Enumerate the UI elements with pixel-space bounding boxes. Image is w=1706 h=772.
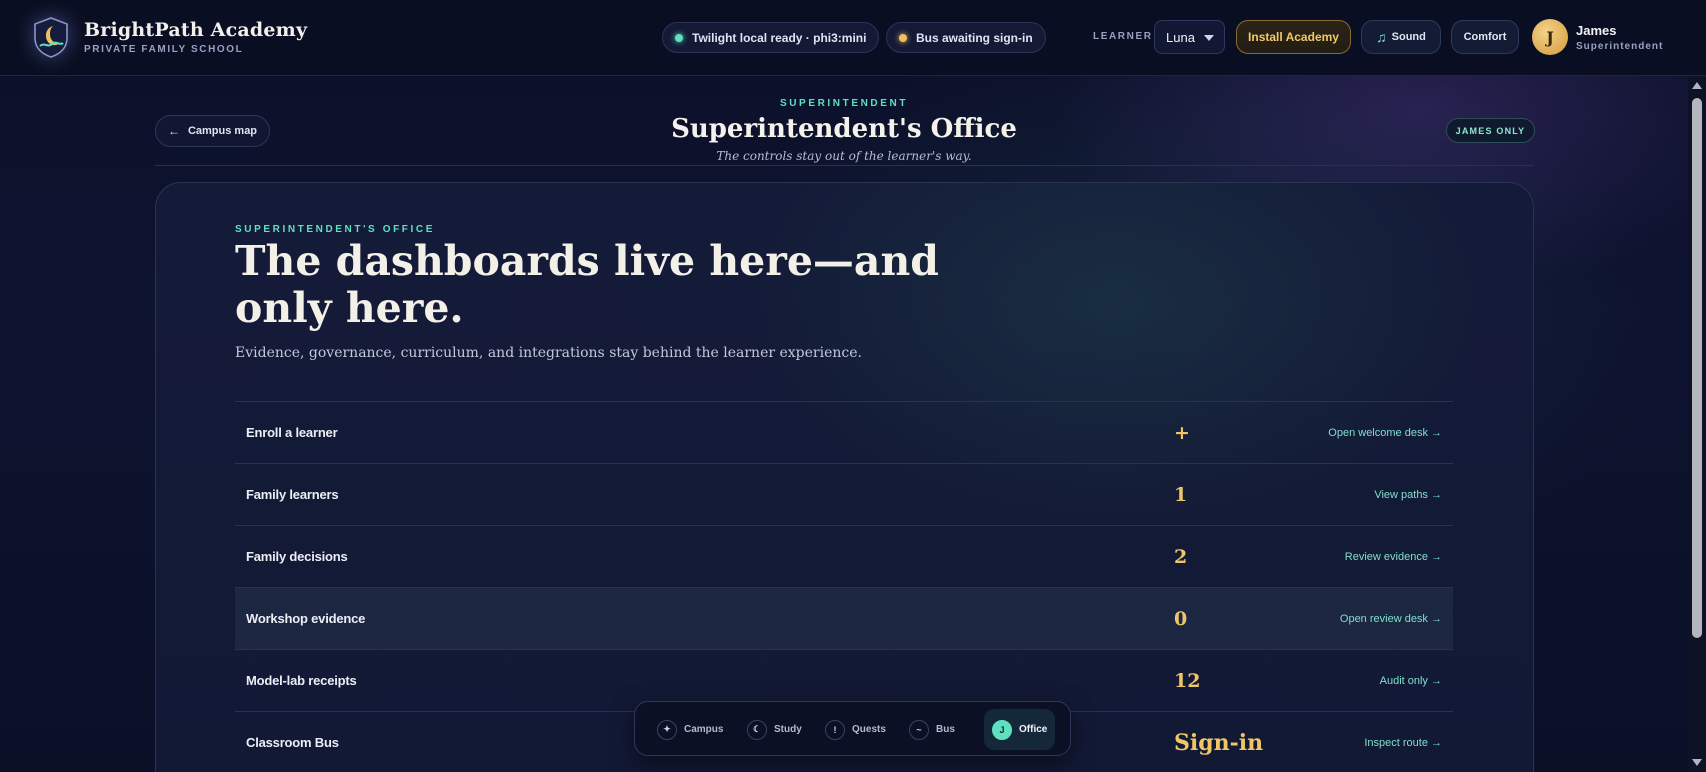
table-row-workshop-evidence[interactable]: Workshop evidence 0 Open review desk → <box>235 587 1453 649</box>
page-title: Superintendent's Office <box>671 114 1017 144</box>
scroll-thumb[interactable] <box>1692 98 1702 638</box>
review-evidence-link[interactable]: Review evidence → <box>1345 551 1442 563</box>
brand-title: BrightPath Academy <box>84 19 308 41</box>
row-value: 0 <box>1174 607 1188 630</box>
row-value: 12 <box>1174 669 1201 692</box>
nav-label: Study <box>774 724 802 735</box>
panel-eyebrow: SUPERINTENDENT'S OFFICE <box>235 224 435 235</box>
learner-selected-value: Luna <box>1166 29 1195 45</box>
header-divider <box>155 165 1534 166</box>
route-icon: ~ <box>909 719 929 740</box>
row-value: + <box>1174 421 1190 444</box>
nav-label: Campus <box>684 724 724 735</box>
nav-item-bus[interactable]: ~ Bus <box>901 709 963 750</box>
learner-label: LEARNER <box>1093 31 1153 42</box>
sound-label: Sound <box>1391 31 1426 43</box>
model-status-text: Twilight local ready · phi3:mini <box>692 30 867 45</box>
shield-moon-logo <box>32 16 70 58</box>
user-menu[interactable]: J James Superintendent <box>1532 19 1663 55</box>
nav-item-campus[interactable]: ✦ Campus <box>649 709 731 750</box>
row-value: 1 <box>1174 483 1188 506</box>
audit-only-link[interactable]: Audit only → <box>1380 675 1442 687</box>
music-note-icon: ♫ <box>1376 29 1387 45</box>
view-paths-link[interactable]: View paths → <box>1374 489 1442 501</box>
top-bar: BrightPath Academy PRIVATE FAMILY SCHOOL… <box>0 0 1706 76</box>
nav-item-study[interactable]: ☾ Study <box>739 709 810 750</box>
comfort-button[interactable]: Comfort <box>1451 20 1519 54</box>
table-row-enroll[interactable]: Enroll a learner + Open welcome desk → <box>235 401 1453 463</box>
access-badge: JAMES ONLY <box>1446 118 1535 143</box>
table-row-family-decisions[interactable]: Family decisions 2 Review evidence → <box>235 525 1453 587</box>
moon-icon: ☾ <box>747 719 767 740</box>
open-welcome-desk-link[interactable]: Open welcome desk → <box>1328 427 1442 439</box>
row-label: Family learners <box>246 487 339 502</box>
row-label: Model-lab receipts <box>246 673 357 688</box>
chevron-down-icon <box>1204 35 1214 41</box>
bus-status-pill[interactable]: Bus awaiting sign-in <box>886 22 1046 53</box>
sparkle-icon: ✦ <box>657 719 677 740</box>
user-name: James <box>1576 22 1617 38</box>
user-role: Superintendent <box>1576 40 1664 52</box>
nav-label: Quests <box>852 724 886 735</box>
brand[interactable]: BrightPath Academy PRIVATE FAMILY SCHOOL <box>32 16 307 58</box>
nav-item-office[interactable]: J Office <box>984 709 1056 750</box>
open-review-desk-link[interactable]: Open review desk → <box>1340 613 1442 625</box>
nav-label: Office <box>1019 724 1048 735</box>
sound-button[interactable]: ♫ Sound <box>1361 20 1441 54</box>
avatar: J <box>1532 19 1568 55</box>
table-row-family-learners[interactable]: Family learners 1 View paths → <box>235 463 1453 525</box>
page-scrollbar[interactable] <box>1688 76 1706 772</box>
install-academy-button[interactable]: Install Academy <box>1236 20 1351 54</box>
row-value: 2 <box>1174 545 1188 568</box>
status-dot-icon <box>899 33 907 42</box>
model-status-pill[interactable]: Twilight local ready · phi3:mini <box>662 22 880 53</box>
panel-description: Evidence, governance, curriculum, and in… <box>235 345 862 361</box>
nav-label: Bus <box>936 724 955 735</box>
page-eyebrow: SUPERINTENDENT <box>779 98 909 109</box>
scroll-up-arrow-icon[interactable] <box>1692 82 1702 89</box>
bottom-nav: ✦ Campus ☾ Study ! Quests ~ Bus J Office <box>634 701 1071 756</box>
nav-item-quests[interactable]: ! Quests <box>817 709 894 750</box>
row-label: Enroll a learner <box>246 425 338 440</box>
row-label: Workshop evidence <box>246 611 366 626</box>
row-label: Family decisions <box>246 549 348 564</box>
bus-status-text: Bus awaiting sign-in <box>916 30 1033 45</box>
page-tagline: The controls stay out of the learner's w… <box>716 149 972 163</box>
panel-title: The dashboards live here—and only here. <box>235 237 939 332</box>
row-value: Sign-in <box>1174 729 1264 756</box>
inspect-route-link[interactable]: Inspect route → <box>1364 737 1442 749</box>
exclamation-icon: ! <box>825 719 845 740</box>
office-avatar-icon: J <box>992 719 1012 740</box>
status-dot-icon <box>675 33 683 42</box>
scroll-down-arrow-icon[interactable] <box>1692 759 1702 766</box>
row-label: Classroom Bus <box>246 735 339 750</box>
brand-subtitle: PRIVATE FAMILY SCHOOL <box>84 44 244 55</box>
learner-select[interactable]: Luna <box>1154 20 1225 54</box>
